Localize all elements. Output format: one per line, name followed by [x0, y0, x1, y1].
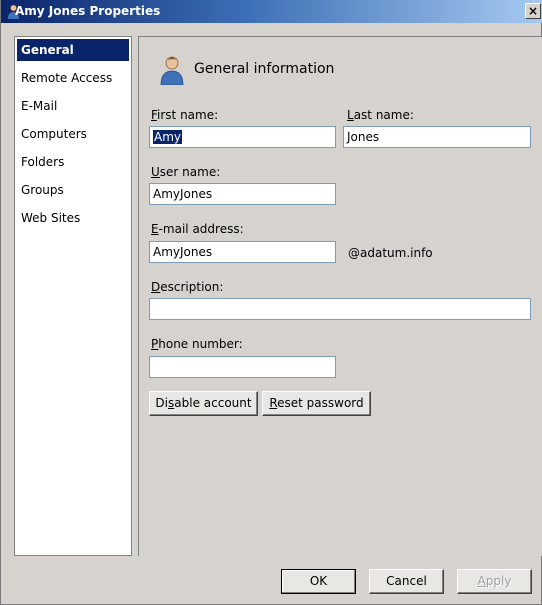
user-name-field[interactable]: AmyJones	[149, 183, 336, 205]
phone-field[interactable]	[149, 356, 336, 378]
email-field[interactable]: AmyJones	[149, 241, 336, 263]
last-name-label: Last name:	[347, 108, 414, 122]
nav-item-computers[interactable]: Computers	[17, 123, 129, 145]
title-bar[interactable]: Amy Jones Properties ×	[1, 0, 542, 23]
section-header: General information	[194, 61, 335, 77]
phone-label: Phone number:	[151, 337, 243, 351]
description-field[interactable]	[149, 298, 531, 320]
nav-item-general[interactable]: General	[17, 39, 129, 61]
description-label: Description:	[151, 280, 224, 294]
user-name-label: User name:	[151, 165, 221, 179]
disable-account-button[interactable]: Disable account	[149, 391, 258, 416]
first-name-value: Amy	[153, 130, 182, 144]
window-title: Amy Jones Properties	[15, 4, 161, 18]
last-name-value: Jones	[347, 130, 380, 144]
cancel-button[interactable]: Cancel	[369, 569, 444, 594]
ok-button[interactable]: OK	[281, 569, 356, 594]
apply-button[interactable]: Apply	[457, 569, 532, 594]
email-domain-suffix: @adatum.info	[348, 246, 433, 260]
email-label: E-mail address:	[151, 222, 244, 236]
email-value: AmyJones	[153, 245, 213, 259]
properties-dialog: Amy Jones Properties × General Remote Ac…	[0, 0, 542, 605]
nav-item-web-sites[interactable]: Web Sites	[17, 207, 129, 229]
first-name-field[interactable]: Amy	[149, 126, 336, 148]
first-name-label: First name:	[151, 108, 219, 122]
category-list: General Remote Access E-Mail Computers F…	[14, 36, 132, 556]
last-name-field[interactable]: Jones	[343, 126, 531, 148]
reset-password-button[interactable]: Reset password	[262, 391, 371, 416]
nav-item-folders[interactable]: Folders	[17, 151, 129, 173]
close-icon: ×	[527, 4, 539, 18]
nav-item-email[interactable]: E-Mail	[17, 95, 129, 117]
user-name-value: AmyJones	[153, 187, 213, 201]
user-icon	[160, 56, 184, 85]
nav-item-groups[interactable]: Groups	[17, 179, 129, 201]
nav-item-remote-access[interactable]: Remote Access	[17, 67, 129, 89]
general-panel: General information First name: Amy Last…	[138, 36, 542, 556]
close-button[interactable]: ×	[525, 3, 541, 19]
